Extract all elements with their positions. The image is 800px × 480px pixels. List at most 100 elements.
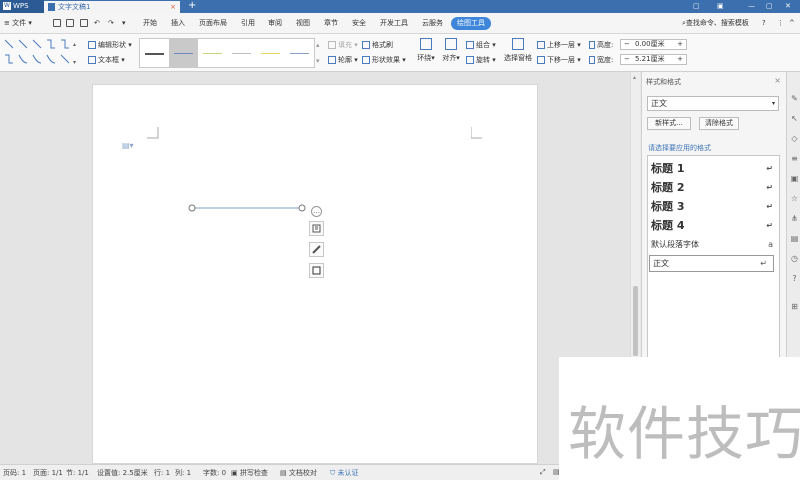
print-icon[interactable] [66, 19, 74, 27]
tab-view[interactable]: 视图 [296, 17, 310, 30]
share-icon[interactable]: ⋔ [790, 214, 799, 223]
spell-check-button[interactable]: ▣ 拼写检查 [231, 468, 268, 478]
history-icon[interactable]: ◷ [790, 254, 799, 263]
width-decrement[interactable]: − [624, 55, 630, 64]
redo-icon[interactable]: ↷ [108, 17, 114, 30]
height-decrement[interactable]: − [624, 40, 630, 49]
text-box-button[interactable]: 文本框 ▾ [88, 55, 125, 65]
height-value[interactable]: 0.00厘米 [635, 40, 665, 49]
navigation-icon[interactable]: ▣ [790, 174, 799, 183]
scroll-up-icon[interactable]: ▴ [633, 74, 636, 81]
backup-icon[interactable]: ▤ [790, 234, 799, 243]
file-menu[interactable]: ≡ 文件 ▾ [4, 17, 32, 30]
selected-line-shape[interactable] [188, 202, 308, 214]
favorites-icon[interactable]: ☆ [790, 194, 799, 203]
search-command[interactable]: ⌕查找命令、搜索模板 [682, 17, 749, 30]
width-spinner[interactable]: − 5.21厘米 + [620, 54, 687, 65]
customize-quick-access-icon[interactable]: ▾ [122, 17, 126, 30]
shape-outline-icon[interactable] [309, 263, 324, 278]
width-increment[interactable]: + [677, 55, 683, 64]
style-item-heading-2[interactable]: 标题 2 ↵ [648, 179, 779, 197]
style-item-heading-1[interactable]: 标题 1 ↵ [648, 160, 779, 178]
line-style-6[interactable] [285, 39, 314, 67]
height-increment[interactable]: + [677, 40, 683, 49]
shape-effects-button[interactable]: 形状效果 ▾ [362, 55, 406, 65]
edit-shape-button[interactable]: 编辑形状 ▾ [88, 40, 132, 50]
selection-pane-button[interactable]: 选择窗格 [503, 38, 533, 63]
group-button[interactable]: 组合 ▾ [466, 40, 496, 50]
new-tab-icon[interactable]: + [188, 0, 196, 12]
gallery-more-icon[interactable]: ▾ [316, 56, 320, 66]
line-style-4[interactable] [227, 39, 256, 67]
tab-cloud[interactable]: 云服务 [422, 17, 443, 30]
help-circle-icon[interactable]: ? [790, 274, 799, 283]
layout-options-icon[interactable] [309, 221, 324, 236]
shape-icon[interactable]: ◇ [790, 134, 799, 143]
collapse-ribbon-icon[interactable]: ^ [789, 17, 795, 30]
fullscreen-icon[interactable]: ⤢ [540, 468, 546, 477]
bring-forward-button[interactable]: 上移一层 ▾ [537, 40, 581, 50]
style-pane-icon[interactable]: ✎ [790, 94, 799, 103]
paragraph-mark-icon: ↵ [760, 259, 767, 268]
style-item-heading-4[interactable]: 标题 4 ↵ [648, 217, 779, 235]
scrollbar-thumb[interactable] [633, 286, 638, 356]
tab-drawing-tools[interactable]: 绘图工具 [451, 17, 491, 30]
apps-icon[interactable]: ⊞ [790, 302, 799, 311]
select-icon[interactable]: ↖ [790, 114, 799, 123]
document-page[interactable]: ▤▾ … [92, 84, 538, 464]
tab-references[interactable]: 引用 [241, 17, 255, 30]
print-preview-icon[interactable] [80, 19, 88, 27]
width-value[interactable]: 5.21厘米 [635, 55, 665, 64]
tab-security[interactable]: 安全 [352, 17, 366, 30]
certification-button[interactable]: ⛉ 未认证 [330, 468, 358, 478]
status-row: 行: 1 [154, 469, 171, 477]
more-options-icon[interactable]: … [311, 206, 322, 217]
save-icon[interactable] [53, 19, 61, 27]
height-spinner[interactable]: − 0.00厘米 + [620, 39, 687, 50]
line-style-gallery[interactable] [139, 38, 315, 68]
clear-format-button[interactable]: 清除格式 [699, 117, 739, 130]
pen-icon[interactable] [309, 242, 324, 257]
document-tab[interactable]: 文字文稿1 × [44, 1, 180, 13]
gallery-up-icon[interactable]: ▴ [316, 40, 320, 50]
line-style-2[interactable] [169, 39, 198, 67]
help-icon[interactable]: ? [762, 17, 766, 30]
fill-button[interactable]: 填充 ▾ [328, 40, 358, 50]
properties-icon[interactable]: ≡ [790, 154, 799, 163]
status-word-count[interactable]: 字数: 0 [203, 468, 226, 478]
align-button[interactable]: 对齐▾ [439, 38, 463, 63]
current-style-select[interactable]: 正文 ▾ [647, 96, 779, 111]
tab-home[interactable]: 开始 [143, 17, 157, 30]
outline-button[interactable]: 轮廓 ▾ [328, 55, 358, 65]
document-proofread-button[interactable]: ▤ 文档校对 [280, 468, 317, 478]
more-icon[interactable]: ⋮ [777, 17, 784, 30]
line-shape-gallery[interactable]: ▴ ▾ [3, 37, 81, 69]
new-style-button[interactable]: 新样式... [647, 117, 691, 130]
style-item-body[interactable]: 正文 ↵ [649, 255, 774, 272]
task-pane-close-icon[interactable]: × [774, 76, 781, 85]
skin-icon[interactable]: ▢ [693, 0, 700, 13]
line-style-3[interactable] [198, 39, 227, 67]
tab-chapter[interactable]: 章节 [324, 17, 338, 30]
close-tab-icon[interactable]: × [170, 1, 176, 13]
format-painter-button[interactable]: 格式刷 [362, 40, 393, 50]
line-style-1[interactable] [140, 39, 169, 67]
wrap-button[interactable]: 环绕▾ [414, 38, 438, 63]
close-window-icon[interactable]: ✕ [785, 0, 791, 13]
style-item-default-font[interactable]: 默认段落字体 a [648, 238, 779, 252]
send-backward-button[interactable]: 下移一层 ▾ [537, 55, 581, 65]
minimize-icon[interactable]: — [748, 0, 755, 13]
wps-app-tab[interactable]: W WPS [0, 0, 44, 13]
group-icon [466, 41, 474, 49]
paste-options-icon[interactable]: ▤▾ [122, 141, 134, 150]
line-style-5[interactable] [256, 39, 285, 67]
user-icon[interactable]: ▣ [717, 0, 724, 13]
rotate-button[interactable]: 旋转 ▾ [466, 55, 496, 65]
tab-insert[interactable]: 插入 [171, 17, 185, 30]
tab-page-layout[interactable]: 页面布局 [199, 17, 227, 30]
tab-developer[interactable]: 开发工具 [380, 17, 408, 30]
maximize-icon[interactable]: ▢ [766, 0, 773, 13]
undo-icon[interactable]: ↶ [94, 17, 100, 30]
style-item-heading-3[interactable]: 标题 3 ↵ [648, 198, 779, 216]
tab-review[interactable]: 审阅 [268, 17, 282, 30]
